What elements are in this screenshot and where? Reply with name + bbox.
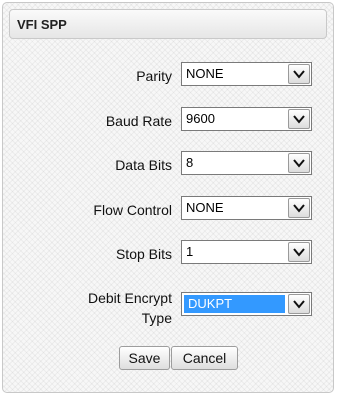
baud-rate-value: 9600 bbox=[186, 111, 215, 126]
parity-value: NONE bbox=[186, 66, 224, 81]
data-bits-value: 8 bbox=[186, 155, 194, 170]
data-bits-select[interactable]: 8 bbox=[181, 151, 312, 175]
parity-label: Parity bbox=[136, 68, 172, 84]
flow-control-select[interactable]: NONE bbox=[181, 196, 312, 220]
panel-header: VFI SPP bbox=[9, 9, 327, 39]
chevron-down-icon[interactable] bbox=[288, 242, 310, 262]
chevron-down-icon[interactable] bbox=[288, 198, 310, 218]
baud-rate-label: Baud Rate bbox=[105, 113, 172, 129]
chevron-down-icon[interactable] bbox=[288, 153, 310, 173]
chevron-down-icon[interactable] bbox=[288, 64, 310, 84]
debit-encrypt-type-select[interactable]: DUKPT bbox=[181, 292, 312, 316]
chevron-down-icon[interactable] bbox=[288, 294, 310, 314]
stop-bits-select[interactable]: 1 bbox=[181, 240, 312, 264]
flow-control-label: Flow Control bbox=[93, 202, 172, 218]
debit-encrypt-type-label-line1: Debit Encrypt bbox=[87, 290, 172, 306]
save-button[interactable]: Save bbox=[119, 346, 170, 370]
stop-bits-label: Stop Bits bbox=[115, 246, 172, 262]
cancel-button[interactable]: Cancel bbox=[171, 346, 238, 370]
debit-encrypt-type-label-line2: Type bbox=[141, 310, 172, 326]
stop-bits-value: 1 bbox=[186, 244, 194, 259]
panel-title: VFI SPP bbox=[17, 17, 67, 32]
data-bits-label: Data Bits bbox=[115, 157, 172, 173]
debit-encrypt-type-value: DUKPT bbox=[188, 296, 233, 311]
baud-rate-select[interactable]: 9600 bbox=[181, 107, 312, 131]
parity-select[interactable]: NONE bbox=[181, 62, 312, 86]
chevron-down-icon[interactable] bbox=[288, 109, 310, 129]
flow-control-value: NONE bbox=[186, 200, 224, 215]
